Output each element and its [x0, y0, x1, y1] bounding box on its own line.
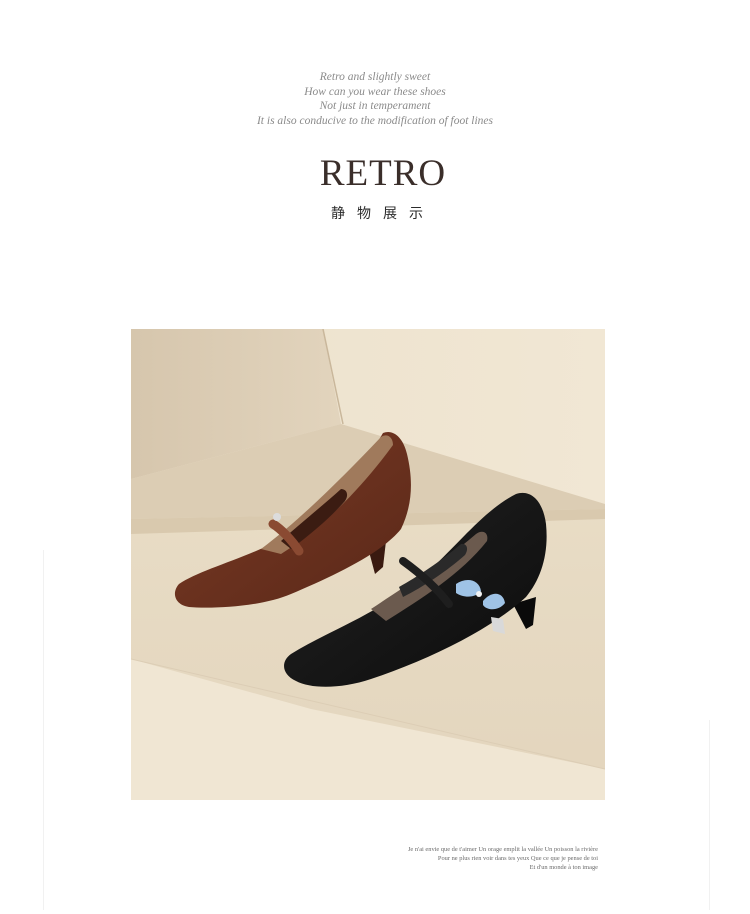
edge-line — [709, 720, 710, 910]
page-subtitle: 静物展示 — [331, 206, 435, 222]
page-title: RETRO — [319, 153, 447, 194]
intro-line: Not just in temperament — [319, 100, 431, 113]
intro-line: Retro and slightly sweet — [319, 71, 431, 83]
shoes-illustration — [131, 329, 605, 800]
caption: Je n'ai envie que de t'aimer Un orage em… — [278, 846, 598, 872]
edge-line — [43, 550, 44, 910]
intro-line: How can you wear these shoes — [304, 85, 446, 98]
caption-line: Pour ne plus rien voir dans tes yeux Que… — [437, 854, 598, 862]
caption-line: Et d'un monde à ton image — [529, 863, 598, 871]
caption-line: Je n'ai envie que de t'aimer Un orage em… — [407, 846, 598, 853]
intro-line: It is also conducive to the modification… — [256, 114, 494, 127]
product-photo — [131, 329, 605, 800]
intro-text: Retro and slightly sweet How can you wea… — [0, 70, 750, 128]
